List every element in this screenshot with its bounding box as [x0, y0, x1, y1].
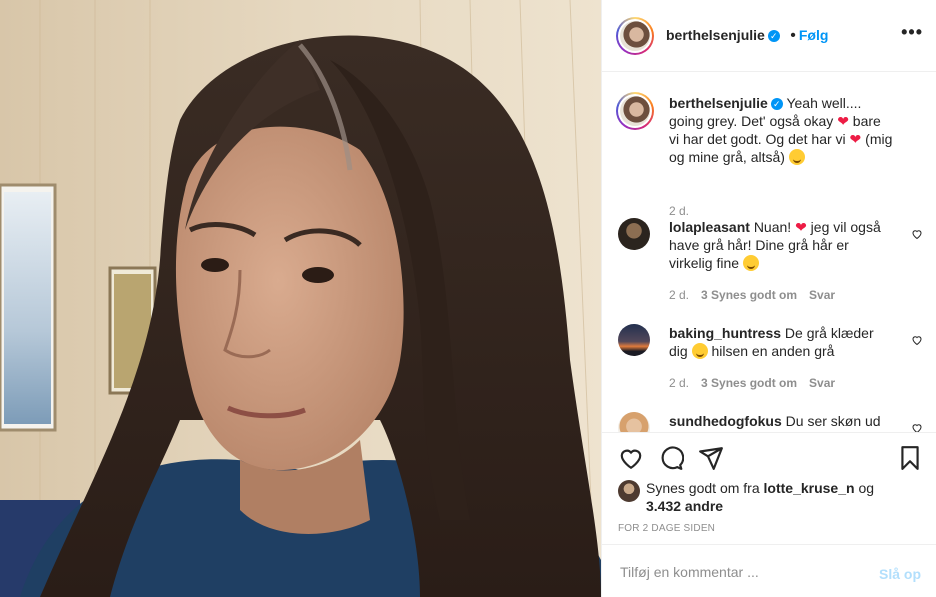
- grinning-emoji-icon: [788, 149, 805, 165]
- broken-heart-emoji-icon: ❤: [795, 219, 807, 235]
- reply-button[interactable]: Svar: [809, 288, 835, 302]
- likes-mid: og: [854, 480, 875, 496]
- comment-text-part: Nuan!: [753, 219, 796, 235]
- comment-age: 2 d.: [669, 376, 690, 390]
- caption-text: berthelsenjulie ✓ Yeah well.... going gre…: [669, 94, 894, 166]
- more-options-icon[interactable]: •••: [901, 22, 923, 43]
- heart-emoji-icon: ❤: [837, 113, 849, 129]
- wink-emoji-icon: [691, 343, 708, 359]
- reply-button[interactable]: Svar: [809, 376, 835, 390]
- caption-author-avatar[interactable]: [616, 92, 654, 130]
- comment-likes-link[interactable]: 3 Synes godt om: [701, 376, 797, 390]
- author-username[interactable]: berthelsenjulie: [666, 27, 765, 43]
- likes-summary: Synes godt om fra lotte_kruse_n og 3.432…: [646, 479, 916, 515]
- liker-username[interactable]: lotte_kruse_n: [764, 480, 855, 496]
- commenter-avatar[interactable]: [618, 324, 650, 356]
- likes-count-link[interactable]: 3.432 andre: [646, 498, 723, 514]
- like-comment-heart-icon[interactable]: [911, 228, 923, 240]
- comment-text: baking_huntress De grå klæder dig hilsen…: [669, 324, 894, 360]
- heart-emoji-icon: ❤: [849, 131, 862, 147]
- caption-username[interactable]: berthelsenjulie: [669, 95, 768, 111]
- comment-text-part: Du ser skøn ud: [785, 413, 881, 429]
- post-photo[interactable]: [0, 0, 601, 597]
- comment-age: 2 d.: [669, 288, 690, 302]
- verified-badge-icon: ✓: [770, 98, 783, 111]
- post-timestamp[interactable]: FOR 2 DAGE SIDEN: [618, 523, 715, 534]
- dot-separator: •: [790, 27, 796, 44]
- comment-text: lolapleasant Nuan! ❤ jeg vil også have g…: [669, 218, 894, 272]
- caption-age: 2 d.: [669, 204, 689, 218]
- post-actions: Synes godt om fra lotte_kruse_n og 3.432…: [602, 432, 936, 544]
- add-comment-bar: Slå op: [602, 544, 936, 597]
- post-comment-button[interactable]: Slå op: [879, 566, 921, 582]
- comment-likes-link[interactable]: 3 Synes godt om: [701, 288, 797, 302]
- comment-meta: 2 d. 3 Synes godt om Svar: [669, 376, 835, 390]
- comments-list[interactable]: berthelsenjulie ✓ Yeah well.... going gre…: [602, 72, 936, 432]
- like-comment-heart-icon[interactable]: [911, 422, 923, 432]
- author-line: berthelsenjulie ✓ • Følg: [666, 27, 828, 45]
- comment-meta: 2 d. 3 Synes godt om Svar: [669, 288, 835, 302]
- comment-bubble-icon[interactable]: [658, 445, 684, 471]
- comment-text: sundhedogfokus Du ser skøn ud: [669, 412, 894, 430]
- likes-prefix: Synes godt om fra: [646, 480, 764, 496]
- comment-input[interactable]: [618, 559, 862, 585]
- bookmark-save-icon[interactable]: [897, 445, 923, 471]
- verified-badge-icon: ✓: [767, 29, 780, 42]
- commenter-username[interactable]: baking_huntress: [669, 325, 781, 341]
- commenter-avatar[interactable]: [618, 412, 650, 432]
- post-header: berthelsenjulie ✓ • Følg •••: [602, 0, 936, 72]
- caption-age-text: 2 d.: [669, 204, 690, 218]
- share-send-icon[interactable]: [698, 445, 724, 471]
- follow-button[interactable]: Følg: [799, 27, 829, 43]
- like-heart-icon[interactable]: [618, 445, 644, 471]
- commenter-avatar[interactable]: [618, 218, 650, 250]
- post-side-panel: berthelsenjulie ✓ • Følg ••• berthelsenjul…: [601, 0, 936, 597]
- comment-text-part: hilsen en anden grå: [707, 343, 835, 359]
- post-image: [0, 0, 601, 597]
- like-comment-heart-icon[interactable]: [911, 334, 923, 346]
- heart-eyes-emoji-icon: [742, 255, 759, 271]
- liker-avatar[interactable]: [618, 480, 640, 502]
- author-avatar[interactable]: [616, 17, 654, 55]
- commenter-username[interactable]: lolapleasant: [669, 219, 750, 235]
- commenter-username[interactable]: sundhedogfokus: [669, 413, 782, 429]
